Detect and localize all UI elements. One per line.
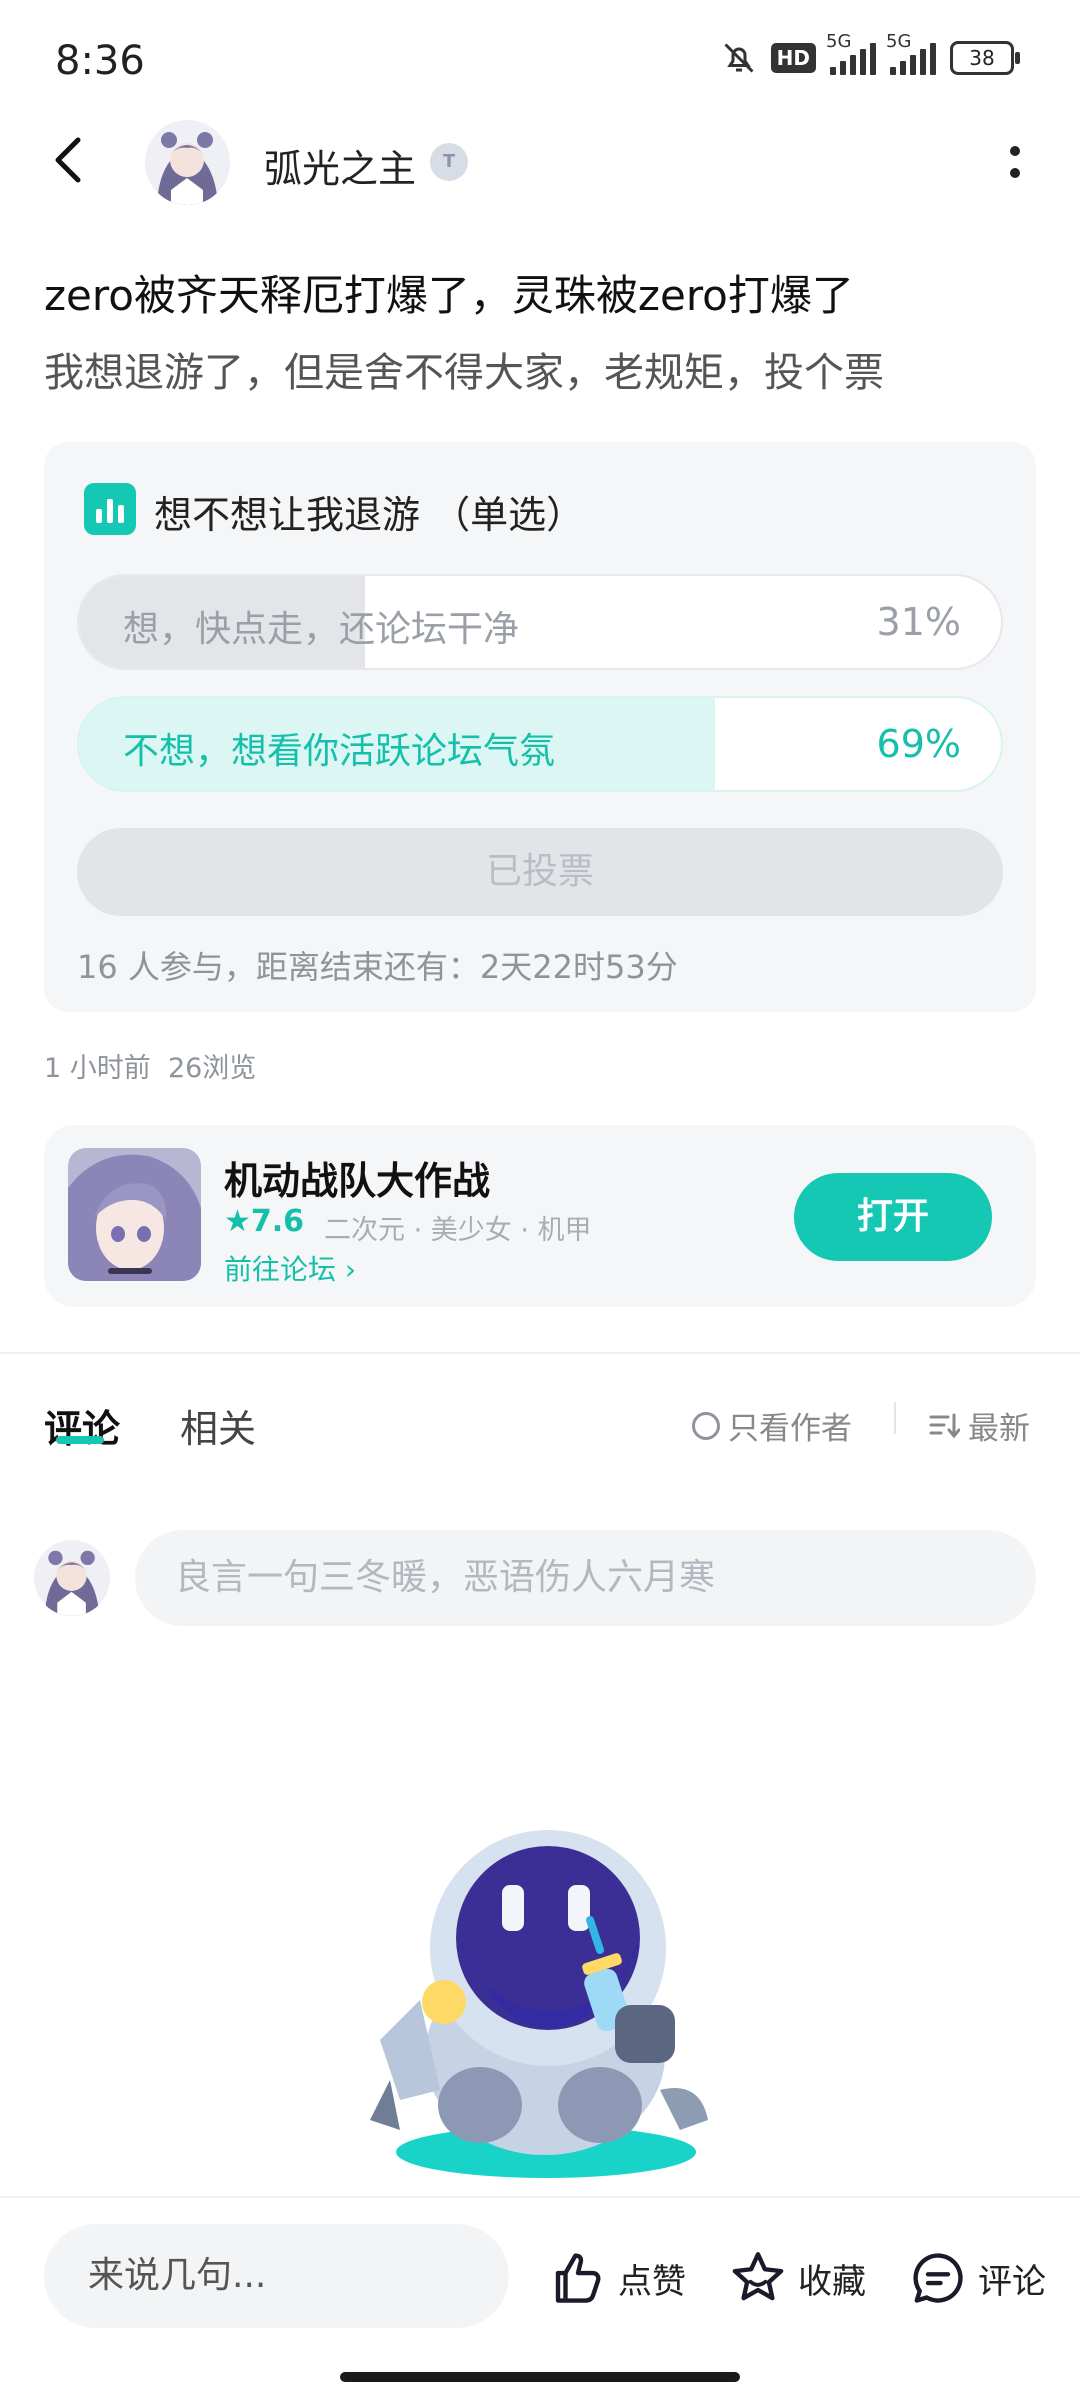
- sort-toggle[interactable]: 最新: [928, 1403, 1030, 1448]
- poll-option-2-label: 不想，想看你活跃论坛气氛: [123, 731, 556, 772]
- poll-option-2[interactable]: 不想，想看你活跃论坛气氛 69%: [77, 696, 1003, 792]
- chevron-right-icon: ›: [344, 1253, 357, 1286]
- star-outline-icon: [732, 2252, 784, 2301]
- game-rating-value: 7.6: [250, 1204, 305, 1239]
- go-to-forum-label: 前往论坛: [224, 1253, 337, 1286]
- user-avatar: [34, 1540, 110, 1616]
- section-divider: [0, 1352, 1080, 1354]
- voted-button[interactable]: 已投票: [77, 828, 1003, 916]
- poll-option-1-label: 想，快点走，还论坛干净: [123, 609, 520, 650]
- poll-option-1-percent: 31%: [876, 600, 961, 644]
- signal-label: 5G: [826, 31, 852, 52]
- poll-option-1[interactable]: 想，快点走，还论坛干净 31%: [77, 574, 1003, 670]
- more-vertical-icon[interactable]: [1008, 143, 1022, 183]
- poll-option-2-percent: 69%: [876, 722, 961, 766]
- signal-icon-2: 5G: [886, 31, 936, 75]
- hd-icon: HD: [770, 43, 816, 73]
- radio-circle-icon: [692, 1411, 720, 1440]
- like-label: 点赞: [618, 2261, 686, 2302]
- poll-title: 想不想让我退游 （单选）: [154, 493, 585, 537]
- author-only-label: 只看作者: [728, 1411, 852, 1447]
- comment-bubble-icon: [913, 2253, 963, 2303]
- author-avatar[interactable]: [145, 120, 230, 205]
- sort-icon: [929, 1413, 960, 1438]
- status-time: 8:36: [55, 38, 145, 84]
- game-rating: ★7.6: [224, 1204, 304, 1239]
- battery-icon: 38: [950, 41, 1020, 75]
- poll-meta: 16 人参与，距离结束还有：2天22时53分: [77, 948, 678, 986]
- robot-mascot-illustration: [370, 1830, 708, 2178]
- thumbs-up-icon: [555, 2253, 601, 2303]
- like-button[interactable]: 点赞: [548, 2248, 686, 2308]
- signal-label-2: 5G: [886, 31, 912, 52]
- back-arrow-icon[interactable]: [50, 135, 86, 185]
- game-thumbnail[interactable]: [68, 1148, 201, 1281]
- level-badge: T: [430, 143, 468, 181]
- say-something-input[interactable]: 来说几句...: [44, 2224, 509, 2328]
- status-icons: HD 5G 5G 38: [721, 31, 1020, 76]
- bell-muted-icon: [724, 43, 754, 73]
- post-views: 26浏览: [167, 1053, 257, 1084]
- signal-icon: 5G: [826, 31, 876, 75]
- tab-related[interactable]: 相关: [180, 1398, 256, 1453]
- comment-label: 评论: [978, 2261, 1046, 2302]
- tab-comments[interactable]: 评论: [44, 1398, 120, 1453]
- comment-input[interactable]: 良言一句三冬暖，恶语伤人六月寒: [135, 1530, 1036, 1626]
- separator: [894, 1402, 896, 1434]
- tab-active-indicator: [56, 1436, 104, 1444]
- go-to-forum-link[interactable]: 前往论坛 ›: [224, 1248, 356, 1288]
- post-body: 我想退游了，但是舍不得大家，老规矩，投个票: [44, 350, 884, 396]
- author-name[interactable]: 弧光之主: [264, 138, 416, 193]
- star-icon: ★: [224, 1204, 251, 1239]
- author-only-toggle[interactable]: 只看作者: [692, 1403, 852, 1448]
- game-tags: 二次元 · 美少女 · 机甲: [324, 1215, 592, 1246]
- open-game-button[interactable]: 打开: [794, 1173, 992, 1261]
- poll-chart-icon: [84, 483, 136, 535]
- post-time: 1 小时前: [44, 1053, 151, 1084]
- favorite-button[interactable]: 收藏: [728, 2248, 866, 2308]
- post-title: zero被齐天释厄打爆了，灵珠被zero打爆了: [44, 271, 854, 320]
- sort-label: 最新: [968, 1411, 1030, 1447]
- post-meta: 1 小时前 26浏览: [44, 1046, 256, 1085]
- favorite-label: 收藏: [798, 2261, 866, 2302]
- game-name[interactable]: 机动战队大作战: [224, 1150, 490, 1205]
- home-indicator: [340, 2372, 740, 2382]
- comment-button[interactable]: 评论: [908, 2248, 1046, 2308]
